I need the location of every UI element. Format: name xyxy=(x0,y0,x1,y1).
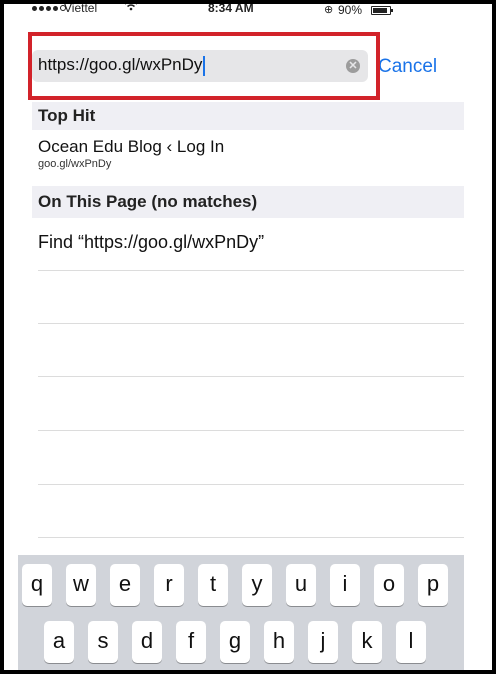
key-q[interactable]: q xyxy=(22,564,52,606)
phone-screen: Viettel 8:34 AM ⊕ 90% https://goo.gl/wxP… xyxy=(18,4,464,670)
keyboard-row-1: q w e r t y u i o p xyxy=(18,564,464,610)
key-o[interactable]: o xyxy=(374,564,404,606)
battery-percent: 90% xyxy=(338,4,363,17)
key-h[interactable]: h xyxy=(264,621,294,663)
keyboard-row-2: a s d f g h j k l xyxy=(18,621,464,667)
key-p[interactable]: p xyxy=(418,564,448,606)
top-hit-item[interactable]: Ocean Edu Blog ‹ Log In goo.gl/wxPnDy xyxy=(38,137,224,170)
divider xyxy=(38,376,464,377)
key-f[interactable]: f xyxy=(176,621,206,663)
key-u[interactable]: u xyxy=(286,564,316,606)
url-highlight-box xyxy=(28,32,380,100)
key-y[interactable]: y xyxy=(242,564,272,606)
screenshot-frame: Viettel 8:34 AM ⊕ 90% https://goo.gl/wxP… xyxy=(0,0,496,674)
key-g[interactable]: g xyxy=(220,621,250,663)
key-w[interactable]: w xyxy=(66,564,96,606)
on-page-heading: On This Page (no matches) xyxy=(32,186,464,218)
key-d[interactable]: d xyxy=(132,621,162,663)
top-hit-title: Ocean Edu Blog ‹ Log In xyxy=(38,137,225,156)
status-bar: Viettel 8:34 AM ⊕ 90% xyxy=(18,4,464,24)
wifi-icon xyxy=(124,4,138,14)
key-e[interactable]: e xyxy=(110,564,140,606)
key-a[interactable]: a xyxy=(44,621,74,663)
top-hit-url: goo.gl/wxPnDy xyxy=(38,158,112,170)
signal-icon xyxy=(32,5,66,11)
divider xyxy=(38,537,464,538)
top-hit-heading: Top Hit xyxy=(32,102,464,130)
divider xyxy=(38,323,464,324)
key-t[interactable]: t xyxy=(198,564,228,606)
key-s[interactable]: s xyxy=(88,621,118,663)
key-l[interactable]: l xyxy=(396,621,426,663)
key-r[interactable]: r xyxy=(154,564,184,606)
battery-icon xyxy=(371,6,393,15)
divider xyxy=(38,484,464,485)
keyboard: q w e r t y u i o p a s d f g h j k l xyxy=(18,555,464,670)
key-j[interactable]: j xyxy=(308,621,338,663)
carrier-name: Viettel xyxy=(64,4,98,15)
divider xyxy=(38,270,464,271)
status-time: 8:34 AM xyxy=(208,4,254,15)
key-i[interactable]: i xyxy=(330,564,360,606)
key-k[interactable]: k xyxy=(352,621,382,663)
divider xyxy=(38,430,464,431)
find-on-page-item[interactable]: Find “https://goo.gl/wxPnDy” xyxy=(38,232,264,253)
orientation-lock-icon: ⊕ xyxy=(324,4,334,16)
cancel-button[interactable]: Cancel xyxy=(378,56,437,78)
